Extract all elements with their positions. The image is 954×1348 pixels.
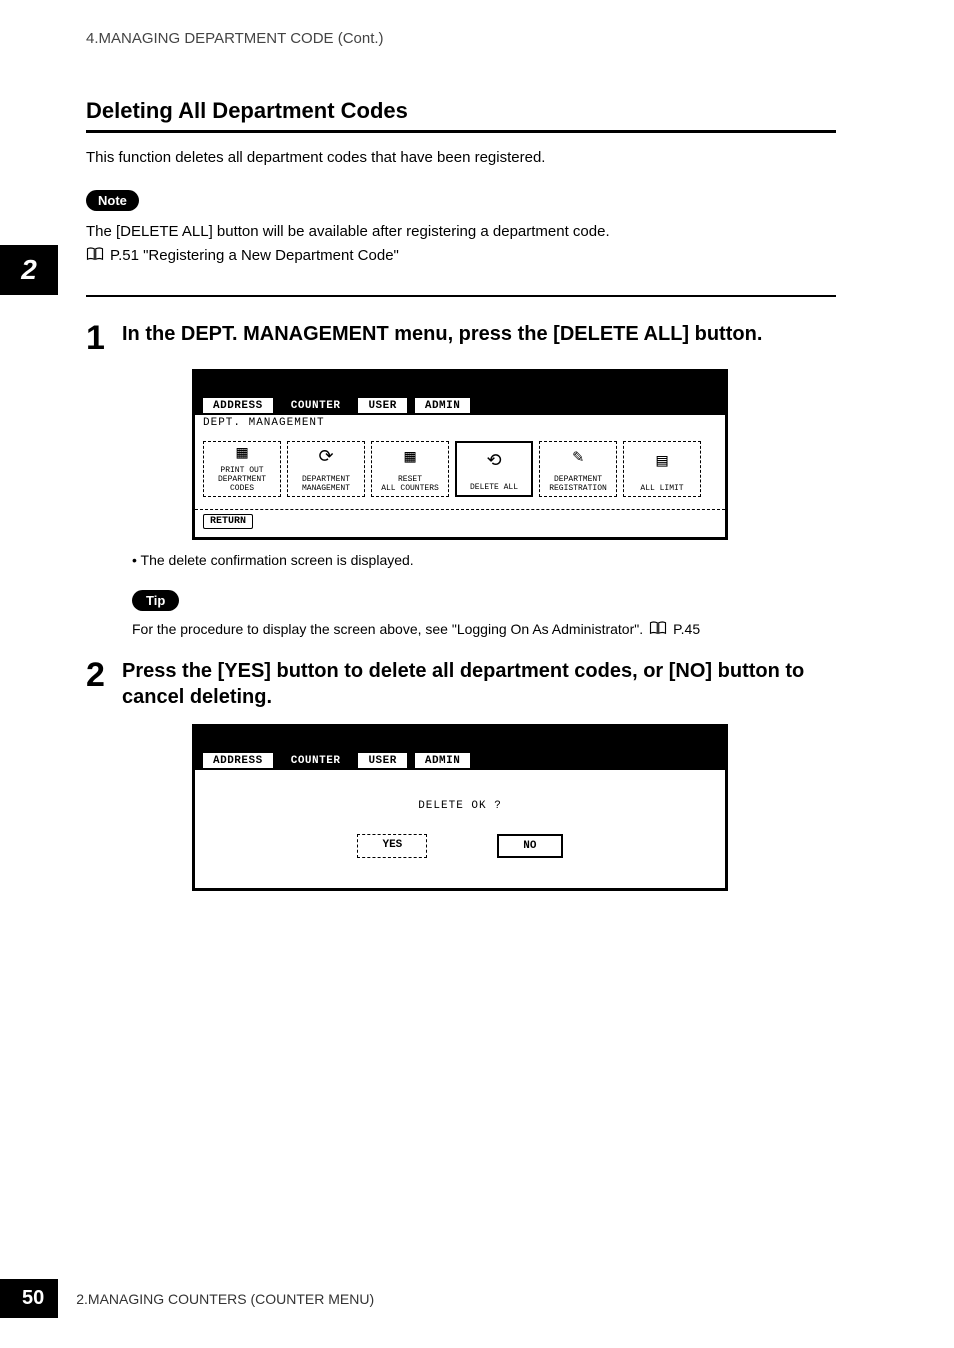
step-number-2: 2 <box>86 658 110 692</box>
delete-icon: ⟲ <box>486 445 501 482</box>
section-intro: This function deletes all department cod… <box>86 149 836 166</box>
tab-user[interactable]: USER <box>356 751 408 770</box>
step-1-bullet: The delete confirmation screen is displa… <box>132 552 836 568</box>
page-number: 50 <box>0 1279 58 1318</box>
ui-breadcrumb: DEPT. MANAGEMENT <box>195 415 725 433</box>
dept-registration-button[interactable]: ✎ DEPARTMENTREGISTRATION <box>539 441 617 497</box>
counter-icon: ⟳ <box>318 444 333 474</box>
reset-icon: ▦ <box>405 444 416 474</box>
return-button[interactable]: RETURN <box>203 514 253 529</box>
divider <box>86 295 836 297</box>
step-1-title: In the DEPT. MANAGEMENT menu, press the … <box>122 321 762 347</box>
header-breadcrumb: 4.MANAGING DEPARTMENT CODE (Cont.) <box>86 30 384 47</box>
limit-icon: ▤ <box>657 444 668 483</box>
dept-management-button[interactable]: ⟳ DEPARTMENTMANAGEMENT <box>287 441 365 497</box>
tip-ref: P.45 <box>673 621 700 637</box>
tab-counter[interactable]: COUNTER <box>279 396 353 415</box>
note-ref: P.51 "Registering a New Department Code" <box>110 247 399 264</box>
reset-counters-button[interactable]: ▦ RESETALL COUNTERS <box>371 441 449 497</box>
register-icon: ✎ <box>573 444 584 474</box>
tab-address[interactable]: ADDRESS <box>201 751 275 770</box>
book-icon <box>86 247 104 265</box>
step-number-1: 1 <box>86 321 110 355</box>
screenshot-dept-management: ADDRESS COUNTER USER ADMIN DEPT. MANAGEM… <box>192 369 836 540</box>
print-icon: ▦ <box>237 444 248 466</box>
book-icon <box>649 621 667 638</box>
chapter-side-tab: 2 <box>0 245 58 295</box>
tab-admin[interactable]: ADMIN <box>413 396 473 415</box>
delete-all-button[interactable]: ⟲ DELETE ALL <box>455 441 533 497</box>
all-limit-button[interactable]: ▤ ALL LIMIT <box>623 441 701 497</box>
note-badge: Note <box>86 190 139 211</box>
tab-counter[interactable]: COUNTER <box>279 751 353 770</box>
tab-admin[interactable]: ADMIN <box>413 751 473 770</box>
no-button[interactable]: NO <box>497 834 562 858</box>
footer-text: 2.MANAGING COUNTERS (COUNTER MENU) <box>76 1291 374 1307</box>
tip-text: For the procedure to display the screen … <box>132 621 643 637</box>
tab-address[interactable]: ADDRESS <box>201 396 275 415</box>
screenshot-confirm: ADDRESS COUNTER USER ADMIN DELETE OK ? Y… <box>192 724 836 891</box>
print-out-button[interactable]: ▦ PRINT OUTDEPARTMENT CODES <box>203 441 281 497</box>
note-text: The [DELETE ALL] button will be availabl… <box>86 221 836 243</box>
step-2-title: Press the [YES] button to delete all dep… <box>122 658 836 710</box>
section-title: Deleting All Department Codes <box>86 98 836 124</box>
divider <box>86 130 836 133</box>
tab-user[interactable]: USER <box>356 396 408 415</box>
confirm-question: DELETE OK ? <box>195 800 725 812</box>
tip-badge: Tip <box>132 590 179 611</box>
yes-button[interactable]: YES <box>357 834 427 858</box>
